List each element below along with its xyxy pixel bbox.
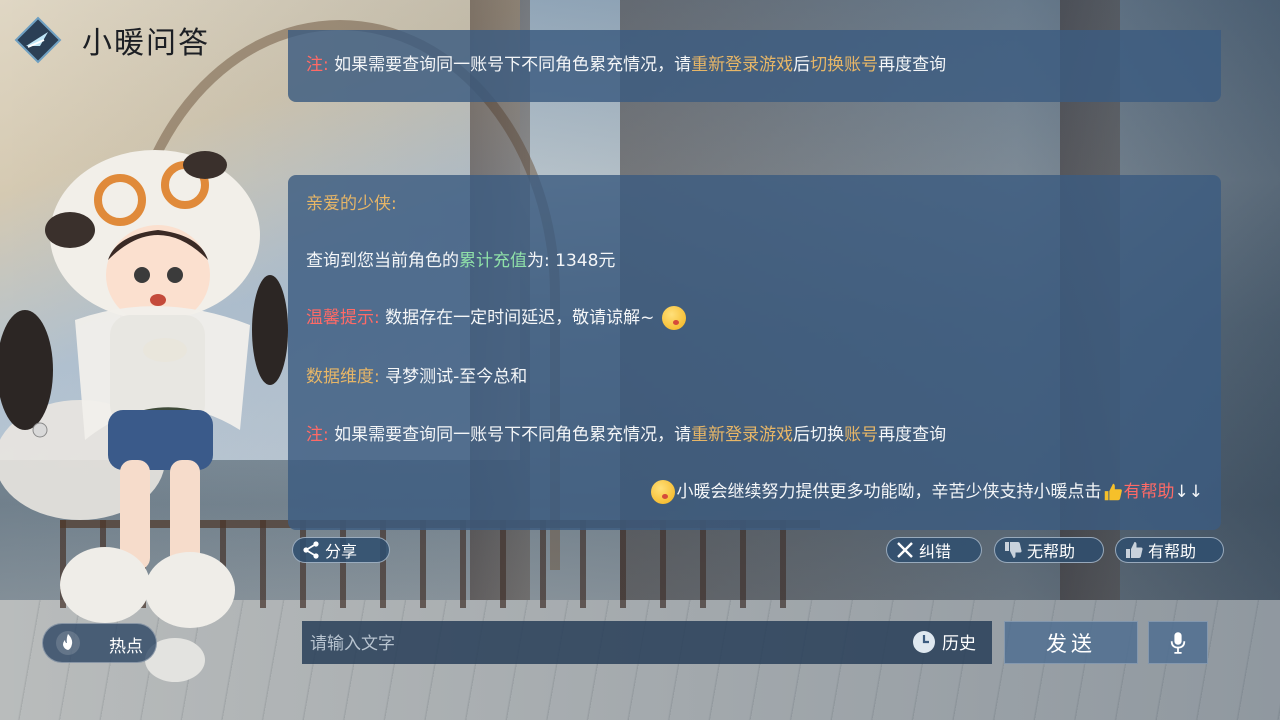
dimension-line: 数据维度: 寻梦测试-至今总和 <box>306 367 528 387</box>
recharge-highlight: 累计充值 <box>459 251 527 271</box>
helpful-highlight: 有帮助 <box>1123 482 1175 502</box>
fire-icon <box>56 631 80 655</box>
voice-input-button[interactable] <box>1148 621 1208 664</box>
thumbs-down-icon <box>1005 542 1022 558</box>
share-button[interactable]: 分享 <box>292 537 390 563</box>
thumbs-up-icon <box>1126 542 1143 558</box>
answer-message-panel: 亲爱的少侠: 查询到您当前角色的累计充值为: 1348元 温馨提示: 数据存在一… <box>288 175 1221 530</box>
close-icon <box>897 542 913 558</box>
share-icon <box>303 541 319 559</box>
switch-account-link[interactable]: 切换账号 <box>810 55 878 75</box>
history-button[interactable]: 历史 <box>912 629 976 654</box>
emoji-kiss-icon <box>650 480 675 504</box>
app-screen: 小暖问答 注: 如果需要查询同一账号下不同角色累充情况，请重新登录游戏后切换账号… <box>0 0 1280 720</box>
account-link[interactable]: 账号 <box>844 425 878 445</box>
footer-line: 小暖会继续努力提供更多功能呦，辛苦少侠支持小暖点击 有帮助↓↓ <box>649 477 1203 504</box>
relogin-link[interactable]: 重新登录游戏 <box>691 55 793 75</box>
relogin-link[interactable]: 重新登录游戏 <box>691 425 793 445</box>
clock-icon <box>913 630 935 653</box>
microphone-icon <box>1170 631 1186 654</box>
greeting: 亲爱的少侠: <box>306 194 397 214</box>
emoji-kiss-icon <box>661 306 686 330</box>
send-button[interactable]: 发送 <box>1004 621 1138 664</box>
chat-input-bar: 历史 <box>302 621 992 666</box>
hot-topics-button[interactable]: 热点 <box>42 623 157 663</box>
not-helpful-button[interactable]: 无帮助 <box>994 537 1104 563</box>
chat-input[interactable] <box>302 621 912 666</box>
tip-line: 温馨提示: 数据存在一定时间延迟，敬请谅解~ <box>306 303 688 330</box>
character-illustration <box>0 150 288 682</box>
previous-message-panel: 注: 如果需要查询同一账号下不同角色累充情况，请重新登录游戏后切换账号再度查询 <box>288 30 1221 102</box>
helpful-button[interactable]: 有帮助 <box>1115 537 1224 563</box>
recharge-line: 查询到您当前角色的累计充值为: 1348元 <box>306 251 616 271</box>
app-logo-icon <box>14 16 62 64</box>
correct-button[interactable]: 纠错 <box>886 537 982 563</box>
note-line: 注: 如果需要查询同一账号下不同角色累充情况，请重新登录游戏后切换账号再度查询 <box>306 55 947 75</box>
thumbs-up-emoji-icon <box>1104 483 1122 501</box>
note-line: 注: 如果需要查询同一账号下不同角色累充情况，请重新登录游戏后切换账号再度查询 <box>306 425 947 445</box>
app-title: 小暖问答 <box>82 26 210 61</box>
